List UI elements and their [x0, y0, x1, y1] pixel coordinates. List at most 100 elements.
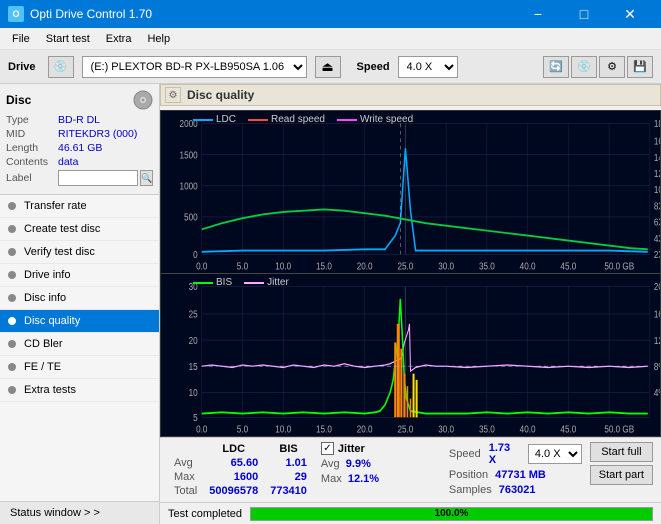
nav-dot: [8, 294, 16, 302]
nav-dot: [8, 248, 16, 256]
stats-total-label: Total: [168, 484, 203, 498]
max-jitter-value: 12.1%: [348, 473, 379, 485]
svg-text:16%: 16%: [654, 309, 660, 320]
max-jitter-label: Max: [321, 473, 345, 485]
drive-select[interactable]: (E:) PLEXTOR BD-R PX-LB950SA 1.06: [82, 56, 307, 78]
disc-button[interactable]: 💿: [571, 56, 597, 78]
disc-contents-row: Contents data: [6, 156, 153, 168]
position-label: Position: [449, 469, 488, 481]
legend-bis-color: [193, 282, 213, 284]
app-title: Opti Drive Control 1.70: [30, 7, 152, 21]
drive-label: Drive: [8, 61, 36, 73]
stats-avg-row: Avg 65.60 1.01: [168, 456, 313, 470]
nav-list: Transfer rate Create test disc Verify te…: [0, 195, 159, 402]
nav-label-cd-bler: CD Bler: [24, 338, 63, 350]
svg-text:20.0: 20.0: [357, 261, 373, 272]
svg-text:50.0 GB: 50.0 GB: [604, 261, 634, 272]
svg-text:4X: 4X: [654, 233, 660, 244]
svg-text:16X: 16X: [654, 136, 660, 147]
close-button[interactable]: ✕: [607, 0, 653, 28]
speed-info-select[interactable]: 4.0 X: [528, 444, 582, 464]
disc-panel-header: Disc: [6, 90, 153, 110]
save-button[interactable]: 💾: [627, 56, 653, 78]
status-window-button[interactable]: Status window > >: [0, 501, 159, 524]
speed-label: Speed: [357, 61, 390, 73]
svg-text:18X: 18X: [654, 118, 660, 129]
menubar: File Start test Extra Help: [0, 28, 661, 50]
app-icon: O: [8, 6, 24, 22]
nav-dot-active: [8, 317, 16, 325]
svg-text:50.0 GB: 50.0 GB: [604, 424, 634, 435]
stats-max-row: Max 1600 29: [168, 470, 313, 484]
legend-write-color: [337, 119, 357, 121]
nav-label-fe-te: FE / TE: [24, 361, 61, 373]
menu-start-test[interactable]: Start test: [38, 31, 98, 47]
disc-mid-row: MID RITEKDR3 (000): [6, 128, 153, 140]
sidebar-item-disc-quality[interactable]: Disc quality: [0, 310, 159, 333]
speed-info-value: 1.73 X: [489, 442, 520, 466]
start-full-button[interactable]: Start full: [590, 442, 653, 462]
action-buttons: Start full Start part: [590, 442, 653, 485]
sidebar-item-drive-info[interactable]: Drive info: [0, 264, 159, 287]
sidebar-item-fe-te[interactable]: FE / TE: [0, 356, 159, 379]
svg-text:45.0: 45.0: [560, 424, 576, 435]
status-text: Test completed: [168, 508, 242, 520]
sidebar-item-transfer-rate[interactable]: Transfer rate: [0, 195, 159, 218]
speed-select[interactable]: 4.0 X: [398, 56, 458, 78]
sidebar-item-verify-test-disc[interactable]: Verify test disc: [0, 241, 159, 264]
sidebar-item-create-test-disc[interactable]: Create test disc: [0, 218, 159, 241]
eject-button[interactable]: ⏏: [315, 56, 341, 78]
menu-extra[interactable]: Extra: [98, 31, 140, 47]
avg-jitter-label: Avg: [321, 458, 343, 470]
svg-text:14X: 14X: [654, 152, 660, 163]
position-value: 47731 MB: [495, 469, 546, 481]
disc-label-input[interactable]: [58, 170, 138, 186]
disc-label-label: Label: [6, 172, 58, 184]
chart-header: ⚙ Disc quality: [160, 84, 661, 106]
settings-button[interactable]: ⚙: [599, 56, 625, 78]
sidebar-item-disc-info[interactable]: Disc info: [0, 287, 159, 310]
sidebar-item-extra-tests[interactable]: Extra tests: [0, 379, 159, 402]
nav-dot: [8, 340, 16, 348]
nav-label-extra-tests: Extra tests: [24, 384, 76, 396]
stats-empty-cell: [168, 442, 203, 456]
svg-text:0: 0: [193, 249, 198, 260]
nav-dot: [8, 225, 16, 233]
svg-text:12X: 12X: [654, 168, 660, 179]
svg-text:5: 5: [193, 412, 198, 423]
jitter-checkbox[interactable]: ✓: [321, 442, 334, 455]
disc-type-value: BD-R DL: [58, 114, 100, 126]
svg-text:40.0: 40.0: [520, 261, 536, 272]
stats-speed-section: Speed 1.73 X 4.0 X Position 47731 MB Sam…: [449, 442, 582, 496]
svg-text:20: 20: [189, 335, 198, 346]
main-layout: Disc Type BD-R DL MID RITEKDR3 (000) Len…: [0, 84, 661, 524]
refresh-button[interactable]: 🔄: [543, 56, 569, 78]
disc-image-icon: [133, 90, 153, 110]
minimize-button[interactable]: −: [515, 0, 561, 28]
disc-type-label: Type: [6, 114, 58, 126]
svg-text:35.0: 35.0: [479, 424, 495, 435]
start-part-button[interactable]: Start part: [590, 465, 653, 485]
drive-icon-btn[interactable]: 💿: [48, 56, 74, 78]
chart-title: Disc quality: [187, 88, 254, 102]
svg-text:30.0: 30.0: [438, 261, 454, 272]
sidebar-item-cd-bler[interactable]: CD Bler: [0, 333, 159, 356]
maximize-button[interactable]: □: [561, 0, 607, 28]
menu-file[interactable]: File: [4, 31, 38, 47]
disc-label-button[interactable]: 🔍: [140, 170, 153, 186]
svg-text:1000: 1000: [180, 181, 198, 192]
nav-dot: [8, 202, 16, 210]
svg-text:25.0: 25.0: [397, 261, 413, 272]
speed-info-row: Speed 1.73 X 4.0 X: [449, 442, 582, 466]
svg-text:10X: 10X: [654, 184, 660, 195]
legend-write-text: Write speed: [360, 114, 413, 125]
menu-help[interactable]: Help: [139, 31, 178, 47]
stats-max-label: Max: [168, 470, 203, 484]
svg-text:10.0: 10.0: [275, 261, 291, 272]
nav-dot: [8, 386, 16, 394]
drive-toolbar-icons: 🔄 💿 ⚙ 💾: [543, 56, 653, 78]
disc-length-value: 46.61 GB: [58, 142, 102, 154]
svg-text:8X: 8X: [654, 201, 660, 212]
stats-total-ldc: 50096578: [203, 484, 264, 498]
avg-jitter-row: Avg 9.9%: [321, 458, 441, 470]
